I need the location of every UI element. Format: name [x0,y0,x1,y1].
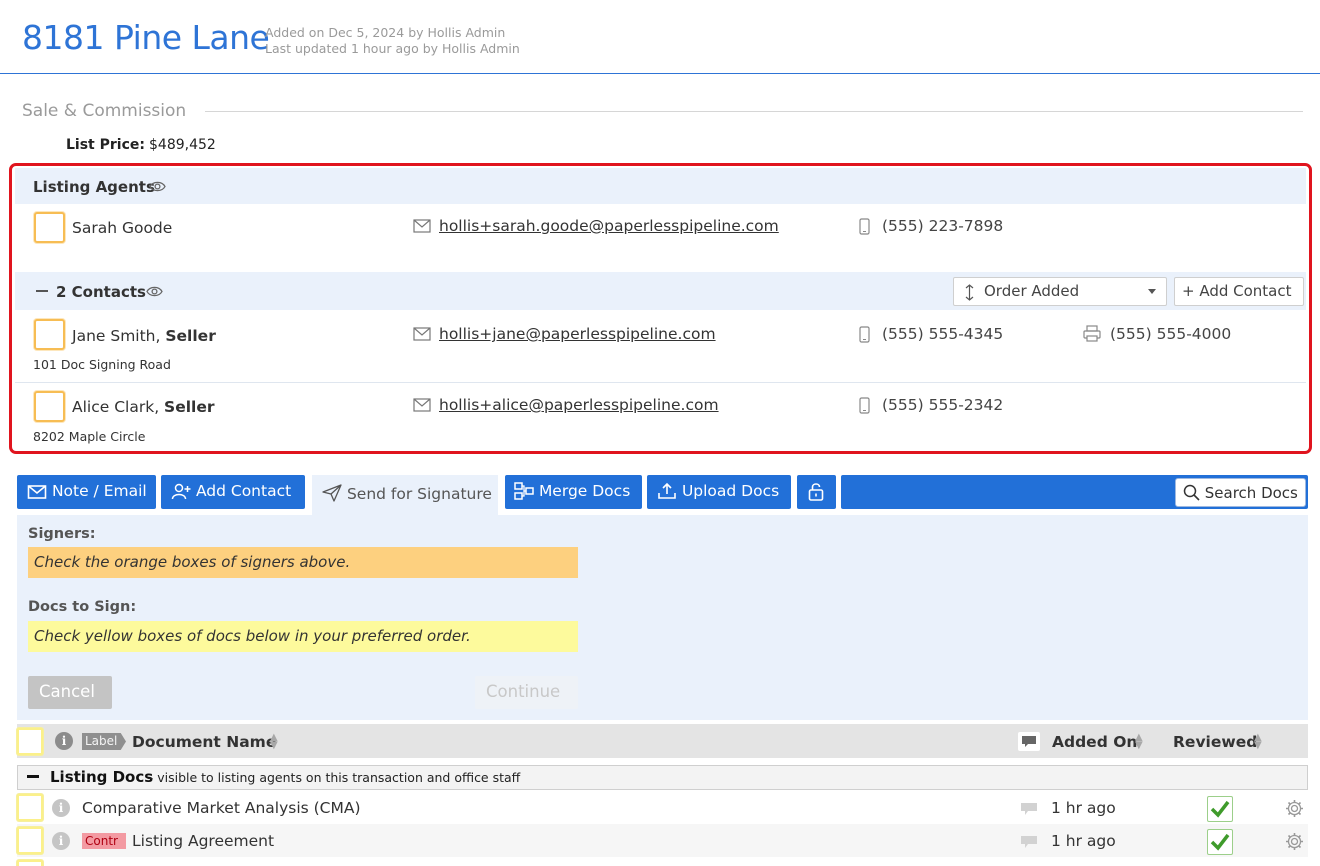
unlock-button[interactable] [797,475,836,509]
comment-icon[interactable] [1020,802,1038,820]
docs-to-sign-label: Docs to Sign: [28,599,137,615]
record-meta: Added on Dec 5, 2024 by Hollis Admin Las… [265,25,520,57]
sort-icon[interactable]: ▲ ▼ [1135,733,1143,751]
list-price-value: $489,452 [149,137,216,153]
document-added-date: 1 hr ago [1051,832,1116,850]
collapse-group-icon[interactable] [27,775,39,778]
add-contact-toolbar-button[interactable]: Add Contact [161,475,305,509]
mail-icon [27,485,47,499]
section-heading: Sale & Commission [22,101,187,121]
doc-sign-checkbox[interactable] [17,860,43,866]
document-name-link[interactable]: Comparative Market Analysis (CMA) [82,799,361,817]
info-icon[interactable]: i [52,799,70,817]
section-divider [205,111,1303,112]
highlight-outline [9,163,1312,454]
reviewed-checkbox[interactable] [1207,829,1233,855]
doc-sign-checkbox[interactable] [17,794,43,821]
checkmark-icon [1210,800,1230,818]
added-on-column-header[interactable]: Added On [1052,733,1137,751]
signature-panel [17,515,1308,720]
document-label-chip: Contr [82,833,126,849]
doc-group-title: Listing Docs [50,768,154,786]
gear-icon[interactable] [1285,799,1304,822]
send-icon [322,484,342,502]
info-icon[interactable]: i [52,832,70,850]
comment-icon [1018,732,1040,755]
unlock-icon [808,483,824,501]
document-added-date: 1 hr ago [1051,799,1116,817]
search-docs-button[interactable]: Search Docs [1175,478,1306,507]
add-user-icon [171,483,191,500]
note-email-button[interactable]: Note / Email [17,475,156,509]
reviewed-column-header[interactable]: Reviewed [1173,733,1257,751]
merge-docs-button[interactable]: Merge Docs [505,475,642,509]
signers-label: Signers: [28,526,96,542]
upload-icon [658,482,676,499]
updated-info: Last updated 1 hour ago by Hollis Admin [265,41,520,56]
continue-button[interactable]: Continue [475,676,578,709]
list-price-label: List Price: [66,137,145,153]
document-name-link[interactable]: Listing Agreement [132,832,274,850]
label-column-chip[interactable]: Label [82,733,126,750]
search-icon [1183,484,1200,501]
sort-icon[interactable]: ▲ ▼ [270,733,278,751]
merge-icon [514,482,534,500]
reviewed-checkbox[interactable] [1207,796,1233,822]
docs-hint: Check yellow boxes of docs below in your… [28,621,578,652]
doc-group-description: – visible to listing agents on this tran… [147,770,521,785]
gear-icon[interactable] [1285,832,1304,855]
doc-sign-checkbox[interactable] [17,827,43,854]
select-all-checkbox[interactable] [17,728,43,755]
send-for-signature-tab[interactable]: Send for Signature [312,475,498,515]
header-divider [0,73,1320,74]
upload-docs-button[interactable]: Upload Docs [647,475,791,509]
sort-icon[interactable]: ▲ ▼ [1254,733,1262,751]
page-title: 8181 Pine Lane [22,18,270,57]
info-icon: i [55,732,73,750]
signers-hint: Check the orange boxes of signers above. [28,547,578,578]
cancel-button[interactable]: Cancel [28,676,112,709]
document-name-column-header[interactable]: Document Name [132,733,276,751]
added-info: Added on Dec 5, 2024 by Hollis Admin [265,25,506,40]
checkmark-icon [1210,833,1230,851]
comment-icon[interactable] [1020,835,1038,853]
